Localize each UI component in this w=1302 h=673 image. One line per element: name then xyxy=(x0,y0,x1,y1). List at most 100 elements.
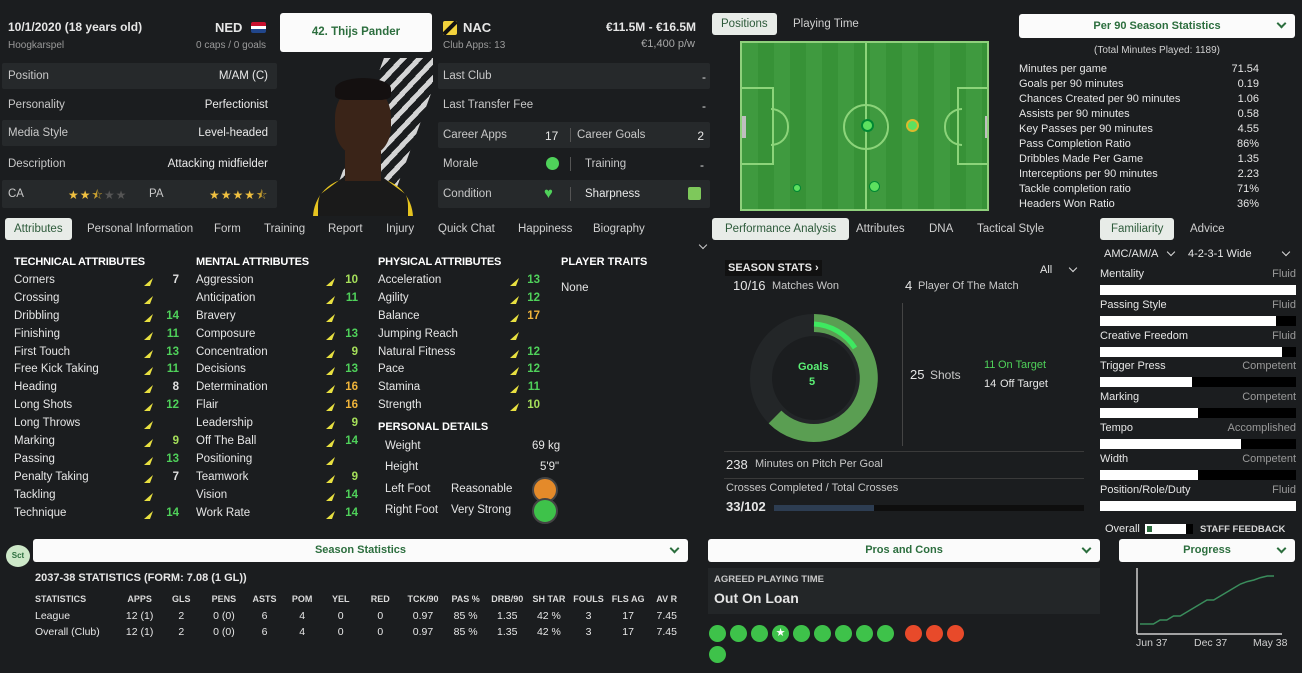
attribute-row[interactable]: Technique 14 xyxy=(14,505,180,523)
attribute-row[interactable]: Determination 16 xyxy=(196,379,358,397)
club-name[interactable]: NAC xyxy=(463,20,491,35)
attribute-row[interactable]: Leadership 9 xyxy=(196,415,358,433)
crosses-bar-fill xyxy=(774,505,875,511)
attribute-row[interactable]: Crossing xyxy=(14,290,180,308)
formation-select[interactable]: 4-2-3-1 Wide xyxy=(1184,242,1296,264)
attribute-row[interactable]: Passing 13 xyxy=(14,451,180,469)
player-name-button[interactable]: 42. Thijs Pander xyxy=(280,13,432,52)
attribute-row[interactable]: Composure 13 xyxy=(196,326,358,344)
attribute-row[interactable]: Dribbling 14 xyxy=(14,308,180,326)
per90-dropdown[interactable]: Per 90 Season Statistics xyxy=(1019,14,1295,38)
attribute-row[interactable]: Marking 9 xyxy=(14,433,180,451)
attribute-row[interactable]: Concentration 9 xyxy=(196,344,358,362)
attribute-row[interactable]: Agility 12 xyxy=(378,290,540,308)
attribute-row[interactable]: Long Throws xyxy=(14,415,180,433)
pro-dribble-icon[interactable] xyxy=(730,625,747,642)
sct-badge[interactable]: Sct xyxy=(6,545,30,567)
goals-value: 5 xyxy=(809,376,816,388)
attribute-row[interactable]: Aggression 10 xyxy=(196,272,358,290)
tab-attributes[interactable]: Attributes xyxy=(5,218,72,240)
attribute-row[interactable]: Balance 17 xyxy=(378,308,540,326)
attribute-row[interactable]: First Touch 13 xyxy=(14,344,180,362)
tab-form[interactable]: Form xyxy=(205,218,250,240)
right-foot-value: Very Strong xyxy=(451,504,512,516)
attribute-row[interactable]: Anticipation 11 xyxy=(196,290,358,308)
pro-notes-icon[interactable] xyxy=(835,625,852,642)
morale-good-icon[interactable] xyxy=(546,157,559,170)
stats-row[interactable]: Overall (Club) 12 (1) 2 0 (0) 6 4 0 0 0.97 85 % 1.… xyxy=(35,624,685,640)
attribute-row[interactable]: Pace 12 xyxy=(378,361,540,379)
tab-playing-time[interactable]: Playing Time xyxy=(784,13,868,35)
tab-attributes-2[interactable]: Attributes xyxy=(847,218,914,240)
position-select[interactable]: AMC/AM/A xyxy=(1100,242,1180,264)
familiarity-bar-fill xyxy=(1100,500,1296,511)
tab-injury[interactable]: Injury xyxy=(377,218,423,240)
attribute-row[interactable]: Jumping Reach xyxy=(378,326,540,344)
tab-quick-chat[interactable]: Quick Chat xyxy=(429,218,504,240)
pro-trend-icon[interactable] xyxy=(793,625,810,642)
pro-boots-icon[interactable] xyxy=(751,625,768,642)
attribute-row[interactable]: Work Rate 14 xyxy=(196,505,358,523)
tab-happiness[interactable]: Happiness xyxy=(509,218,581,240)
tab-report[interactable]: Report xyxy=(319,218,372,240)
attribute-row[interactable]: Corners 7 xyxy=(14,272,180,290)
pro-wave-icon[interactable] xyxy=(877,625,894,642)
player-nation[interactable]: NED xyxy=(215,20,242,35)
stats-row[interactable]: League 12 (1) 2 0 (0) 6 4 0 0 0.97 85 % 1.35 42 % 3 1… xyxy=(35,608,685,624)
attribute-row[interactable]: Heading 8 xyxy=(14,379,180,397)
attribute-row[interactable]: Natural Fitness 12 xyxy=(378,344,540,362)
attribute-row[interactable]: Bravery xyxy=(196,308,358,326)
tab-performance-analysis[interactable]: Performance Analysis xyxy=(712,218,850,240)
per90-label: Interceptions per 90 minutes xyxy=(1019,168,1158,180)
profile-row-description[interactable]: Description Attacking midfielder xyxy=(2,151,277,177)
profile-row-personality[interactable]: Personality Perfectionist xyxy=(2,92,277,118)
attribute-row[interactable]: Decisions 13 xyxy=(196,361,358,379)
attribute-row[interactable]: Penalty Taking 7 xyxy=(14,469,180,487)
attribute-row[interactable]: Acceleration 13 xyxy=(378,272,540,290)
stats-cell: 3 xyxy=(585,626,592,638)
chevron-down-icon[interactable] xyxy=(698,240,708,250)
tab-personal-information[interactable]: Personal Information xyxy=(78,218,202,240)
stats-cell: 6 xyxy=(261,610,268,622)
tab-familiarity[interactable]: Familiarity xyxy=(1100,218,1175,240)
familiarity-name: Marking xyxy=(1100,391,1140,404)
con-flask-icon[interactable] xyxy=(947,625,964,642)
attribute-row[interactable]: Finishing 11 xyxy=(14,326,180,344)
tab-dna[interactable]: DNA xyxy=(920,218,962,240)
attribute-row[interactable]: Vision 14 xyxy=(196,487,358,505)
season-filter[interactable]: All xyxy=(1040,263,1078,276)
con-scissors-icon[interactable] xyxy=(926,625,943,642)
staff-feedback[interactable]: STAFF FEEDBACK xyxy=(1200,524,1285,535)
attribute-row[interactable]: Off The Ball 14 xyxy=(196,433,358,451)
season-stats-title[interactable]: SEASON STATS › xyxy=(725,260,822,276)
attribute-row[interactable]: Flair 16 xyxy=(196,397,358,415)
pro-ticket-icon[interactable] xyxy=(709,646,726,663)
tab-tactical-style[interactable]: Tactical Style xyxy=(968,218,1053,240)
mins-per-goal-value: 238 xyxy=(726,457,748,472)
pro-boot-icon[interactable] xyxy=(856,625,873,642)
attribute-row[interactable]: Tackling xyxy=(14,487,180,505)
progress-dropdown[interactable]: Progress xyxy=(1119,539,1295,562)
attribute-row[interactable]: Positioning xyxy=(196,451,358,469)
training-arrow-icon xyxy=(326,456,335,468)
attribute-row[interactable]: Stamina 11 xyxy=(378,379,540,397)
profile-row-media-style[interactable]: Media Style Level-headed xyxy=(2,120,277,146)
tab-training[interactable]: Training xyxy=(255,218,314,240)
attribute-row[interactable]: Long Shots 12 xyxy=(14,397,180,415)
last-club-row[interactable]: Last Club - xyxy=(438,63,710,89)
tab-biography[interactable]: Biography xyxy=(584,218,654,240)
attribute-row[interactable]: Free Kick Taking 11 xyxy=(14,361,180,379)
pro-brain-icon[interactable] xyxy=(709,625,726,642)
pro-pen-icon[interactable] xyxy=(814,625,831,642)
tab-advice[interactable]: Advice xyxy=(1181,218,1234,240)
attribute-row[interactable]: Strength 10 xyxy=(378,397,540,415)
tab-positions[interactable]: Positions xyxy=(712,13,777,35)
familiarity-bar xyxy=(1100,408,1296,419)
season-statistics-dropdown[interactable]: Season Statistics xyxy=(33,539,688,562)
pros-cons-dropdown[interactable]: Pros and Cons xyxy=(708,539,1100,562)
profile-row-position[interactable]: Position M/AM (C) xyxy=(2,63,277,89)
pro-star-icon[interactable]: ★ xyxy=(772,625,789,642)
con-injury-icon[interactable] xyxy=(905,625,922,642)
stats-column-header: APPS xyxy=(127,594,152,604)
attribute-row[interactable]: Teamwork 9 xyxy=(196,469,358,487)
